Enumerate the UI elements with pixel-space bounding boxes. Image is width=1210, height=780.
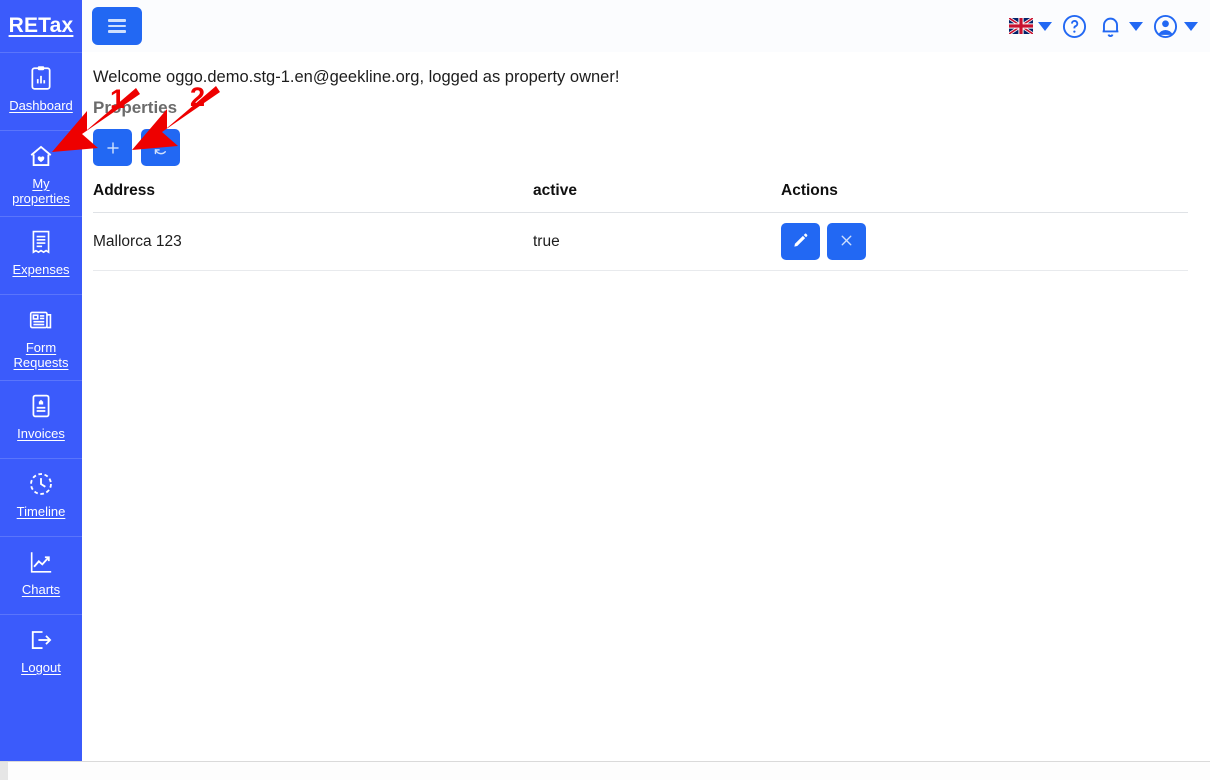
sidebar-item-label: My properties [12, 176, 70, 206]
sidebar-item-my-properties[interactable]: My properties [0, 130, 82, 216]
table-header-row: Address active Actions [93, 182, 1188, 213]
refresh-icon [152, 139, 170, 157]
column-header-address: Address [93, 182, 533, 213]
logout-icon [28, 627, 54, 653]
column-header-active: active [533, 182, 781, 213]
sidebar-item-logout[interactable]: Logout [0, 614, 82, 692]
invoice-icon [28, 393, 54, 419]
account-menu[interactable] [1152, 13, 1198, 40]
top-bar [82, 0, 1210, 52]
sidebar-item-label: Dashboard [9, 98, 73, 113]
forms-icon [28, 307, 54, 333]
sidebar-item-label: Charts [21, 582, 61, 597]
hamburger-icon[interactable] [92, 7, 142, 45]
plus-icon [104, 139, 122, 157]
cell-address: Mallorca 123 [93, 212, 533, 271]
clock-icon [28, 471, 54, 497]
edit-property-button[interactable] [781, 223, 820, 260]
bottom-strip [0, 761, 1210, 780]
cell-actions [781, 212, 1188, 271]
sidebar-item-expenses[interactable]: Expenses [0, 216, 82, 294]
sidebar-item-label: Expenses [12, 262, 70, 277]
house-heart-icon [28, 143, 54, 169]
line-chart-icon [28, 549, 54, 575]
help-button[interactable] [1061, 13, 1088, 40]
close-x-icon [838, 232, 855, 252]
delete-property-button[interactable] [827, 223, 866, 260]
bell-icon [1097, 13, 1124, 40]
brand-logo[interactable]: RETax [0, 0, 82, 52]
table-toolbar [93, 129, 1188, 166]
sidebar-item-form-requests[interactable]: Form Requests [0, 294, 82, 380]
brand-label: RETax [8, 14, 74, 37]
app-window: RETax Dashboard My properties Expenses F… [0, 0, 1210, 780]
hamburger-bar [108, 19, 126, 22]
table-row: Mallorca 123 true [93, 212, 1188, 271]
annotation-label-2: 2 [190, 82, 206, 112]
sidebar-item-timeline[interactable]: Timeline [0, 458, 82, 536]
chevron-down-icon [1184, 21, 1198, 31]
receipt-icon [28, 229, 54, 255]
row-action-group [781, 223, 1188, 260]
hamburger-bar [108, 24, 126, 28]
sidebar-item-charts[interactable]: Charts [0, 536, 82, 614]
sidebar-item-label: Invoices [17, 426, 65, 441]
main-content: Welcome oggo.demo.stg-1.en@geekline.org,… [82, 52, 1210, 761]
uk-flag-icon [1009, 18, 1033, 34]
user-circle-icon [1152, 13, 1179, 40]
welcome-message: Welcome oggo.demo.stg-1.en@geekline.org,… [93, 68, 620, 86]
annotation-label-1: 1 [110, 84, 126, 114]
add-property-button[interactable] [93, 129, 132, 166]
chevron-down-icon [1129, 21, 1143, 31]
sidebar-item-dashboard[interactable]: Dashboard [0, 52, 82, 130]
sidebar-item-label: Form Requests [13, 340, 69, 370]
sidebar-item-label: Logout [21, 660, 61, 675]
properties-table: Address active Actions Mallorca 123 true [93, 182, 1188, 271]
cell-active: true [533, 212, 781, 271]
sidebar-item-label: Timeline [16, 504, 66, 519]
notifications-button[interactable] [1097, 13, 1143, 40]
clipboard-chart-icon [28, 65, 54, 91]
sidebar: RETax Dashboard My properties Expenses F… [0, 0, 82, 761]
topbar-actions [1009, 13, 1198, 40]
sidebar-item-invoices[interactable]: Invoices [0, 380, 82, 458]
column-header-actions: Actions [781, 182, 1188, 213]
language-selector[interactable] [1009, 18, 1052, 34]
hamburger-bars [108, 19, 126, 33]
refresh-button[interactable] [141, 129, 180, 166]
table-head: Address active Actions [93, 182, 1188, 213]
page-title: Properties [93, 98, 178, 117]
chevron-down-icon [1038, 21, 1052, 31]
table-body: Mallorca 123 true [93, 212, 1188, 271]
hamburger-bar [108, 30, 126, 33]
pencil-icon [792, 232, 809, 252]
question-circle-icon [1061, 13, 1088, 40]
